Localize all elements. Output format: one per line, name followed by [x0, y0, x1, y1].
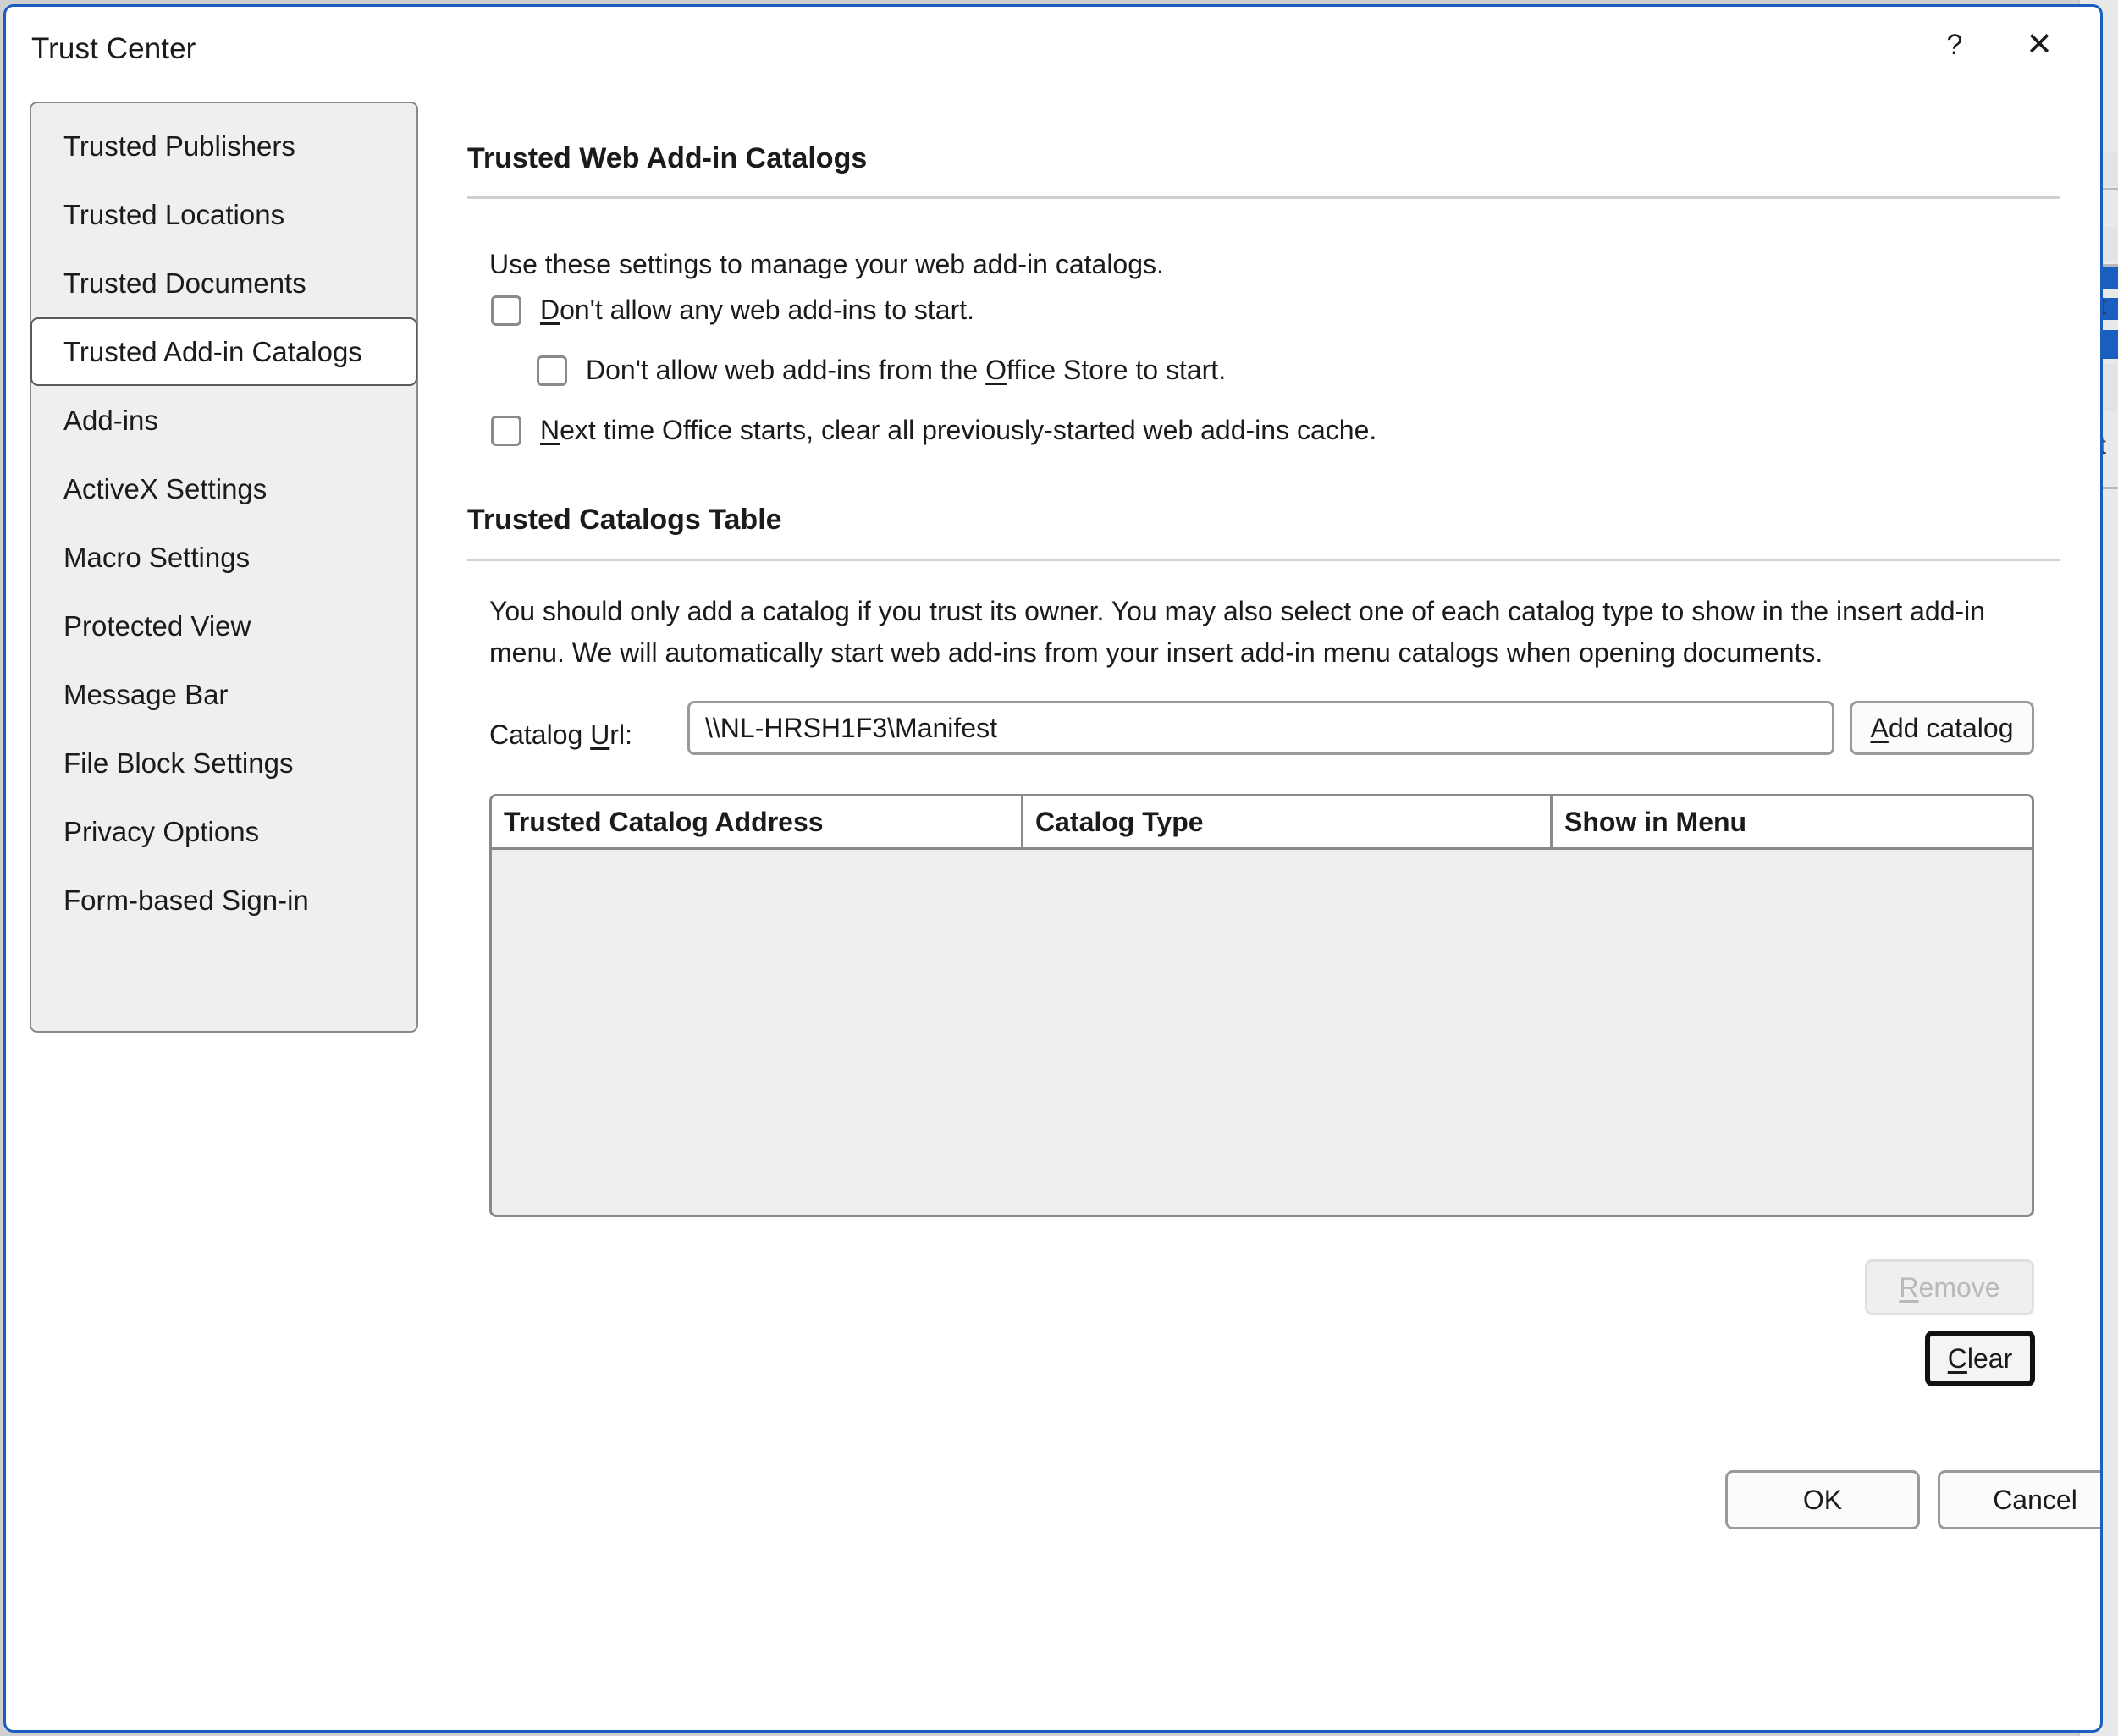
checkbox-row-no-web-addins[interactable]: Don't allow any web add-ins to start. — [491, 292, 974, 328]
question-mark-icon: ? — [1946, 29, 1963, 61]
label-pre: Catalog — [489, 719, 591, 750]
accelerator-letter: O — [985, 355, 1007, 385]
sidebar-item-trusted-add-in-catalogs[interactable]: Trusted Add-in Catalogs — [30, 317, 417, 386]
window-title: Trust Center — [31, 32, 196, 65]
sidebar-item-label: Message Bar — [63, 678, 229, 710]
help-button[interactable]: ? — [1924, 19, 1985, 71]
button-label-rest: lear — [1966, 1342, 2013, 1374]
add-catalog-button[interactable]: Add catalog — [1850, 701, 2034, 755]
label-rest: ext time Office starts, clear all previo… — [560, 415, 1377, 445]
remove-button[interactable]: Remove — [1865, 1259, 2034, 1315]
sidebar-item-message-bar[interactable]: Message Bar — [31, 660, 416, 729]
trust-center-dialog: Trust Center ? ✕ Trusted Publishers Trus… — [3, 4, 2103, 1733]
ok-button[interactable]: OK — [1725, 1470, 1920, 1529]
accelerator-letter: C — [1947, 1342, 1967, 1374]
checkbox-label-no-office-store: Don't allow web add-ins from the Office … — [586, 352, 1226, 388]
checkbox-no-web-addins[interactable] — [491, 295, 521, 326]
accelerator-letter: D — [540, 295, 560, 325]
cancel-button[interactable]: Cancel — [1938, 1470, 2100, 1529]
column-header-show-in-menu[interactable]: Show in Menu — [1550, 796, 2032, 847]
accelerator-letter: A — [1870, 712, 1889, 743]
sidebar-item-file-block-settings[interactable]: File Block Settings — [31, 729, 416, 797]
sidebar-item-label: Macro Settings — [63, 541, 251, 573]
sidebar-item-activex-settings[interactable]: ActiveX Settings — [31, 455, 416, 523]
trusted-catalogs-table: Trusted Catalog Address Catalog Type Sho… — [489, 794, 2034, 1217]
sidebar-item-label: Privacy Options — [63, 815, 260, 847]
sidebar-item-label: Trusted Publishers — [63, 130, 295, 162]
label-pre: Don't allow web add-ins from the — [586, 355, 986, 385]
sidebar-item-label: Trusted Locations — [63, 198, 285, 230]
checkbox-label-no-web-addins: Don't allow any web add-ins to start. — [540, 292, 974, 328]
web-catalogs-heading: Trusted Web Add-in Catalogs — [467, 142, 868, 174]
checkbox-clear-cache[interactable] — [491, 416, 521, 446]
sidebar-item-macro-settings[interactable]: Macro Settings — [31, 523, 416, 592]
sidebar-item-label: Trusted Documents — [63, 267, 306, 299]
catalogs-table-description: You should only add a catalog if you tru… — [489, 596, 1986, 668]
sidebar-item-label: Protected View — [63, 609, 251, 642]
sidebar-item-add-ins[interactable]: Add-ins — [31, 386, 416, 455]
catalogs-table-heading: Trusted Catalogs Table — [467, 504, 782, 536]
checkbox-no-office-store[interactable] — [537, 355, 567, 386]
sidebar-item-label: Trusted Add-in Catalogs — [63, 335, 362, 367]
accelerator-letter: R — [1899, 1271, 1919, 1303]
checkbox-label-clear-cache: Next time Office starts, clear all previ… — [540, 412, 1376, 448]
table-header-row: Trusted Catalog Address Catalog Type Sho… — [492, 796, 2032, 850]
clear-button[interactable]: Clear — [1925, 1331, 2035, 1386]
sidebar-item-privacy-options[interactable]: Privacy Options — [31, 797, 416, 866]
web-catalogs-divider — [467, 196, 2060, 199]
table-body[interactable] — [492, 850, 2032, 1212]
checkbox-row-clear-cache[interactable]: Next time Office starts, clear all previ… — [491, 412, 1376, 448]
button-label-rest: emove — [1918, 1271, 2000, 1303]
accelerator-letter: U — [590, 719, 610, 750]
column-header-catalog-type[interactable]: Catalog Type — [1021, 796, 1550, 847]
close-x-icon: ✕ — [2026, 27, 2053, 63]
column-header-trusted-catalog-address[interactable]: Trusted Catalog Address — [492, 796, 1021, 847]
sidebar-item-trusted-publishers[interactable]: Trusted Publishers — [31, 112, 416, 180]
sidebar-item-label: Form-based Sign-in — [63, 884, 309, 916]
label-rest: rl: — [609, 719, 632, 750]
sidebar-item-trusted-documents[interactable]: Trusted Documents — [31, 249, 416, 317]
sidebar-item-form-based-sign-in[interactable]: Form-based Sign-in — [31, 866, 416, 934]
sidebar-item-label: File Block Settings — [63, 747, 294, 779]
title-bar: Trust Center ? ✕ — [6, 7, 2100, 88]
sidebar-item-label: Add-ins — [63, 404, 158, 436]
main-content: Trusted Web Add-in Catalogs Use these se… — [467, 102, 2100, 1730]
checkbox-row-no-office-store[interactable]: Don't allow web add-ins from the Office … — [537, 352, 1226, 388]
label-rest: on't allow any web add-ins to start. — [560, 295, 975, 325]
close-button[interactable]: ✕ — [2009, 19, 2070, 71]
catalog-url-label: Catalog Url: — [489, 719, 632, 751]
web-catalogs-intro: Use these settings to manage your web ad… — [489, 249, 1164, 279]
sidebar-nav: Trusted Publishers Trusted Locations Tru… — [30, 102, 418, 1033]
sidebar-item-protected-view[interactable]: Protected View — [31, 592, 416, 660]
accelerator-letter: N — [540, 415, 560, 445]
sidebar-item-label: ActiveX Settings — [63, 472, 268, 504]
button-label-rest: dd catalog — [1888, 712, 2014, 743]
catalog-url-input[interactable] — [687, 701, 1834, 755]
sidebar-item-trusted-locations[interactable]: Trusted Locations — [31, 180, 416, 249]
label-rest: ffice Store to start. — [1007, 355, 1227, 385]
catalogs-table-divider — [467, 559, 2060, 561]
